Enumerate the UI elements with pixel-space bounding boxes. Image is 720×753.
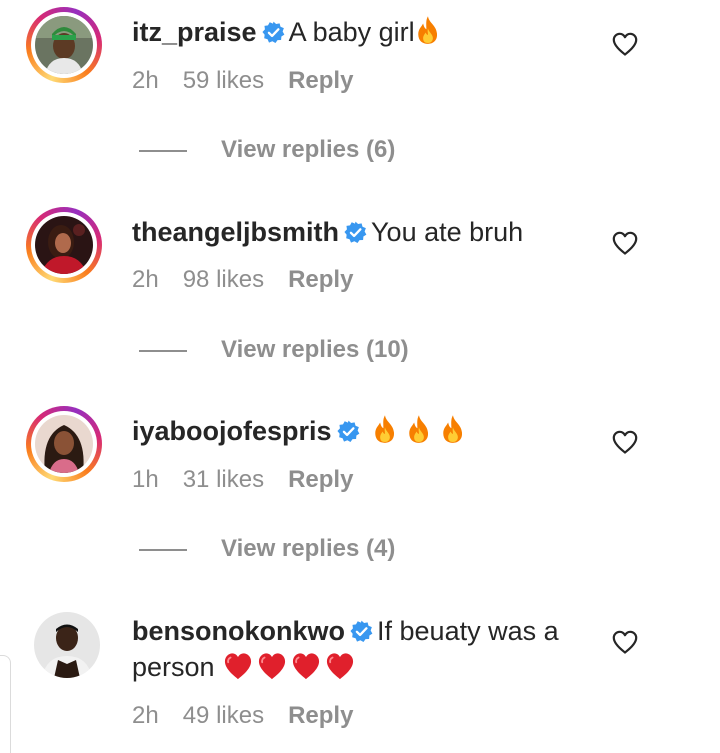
fire-emoji-icon: [440, 414, 466, 444]
red-heart-emoji-icon: [325, 652, 355, 680]
red-heart-emoji-icon: [223, 652, 253, 680]
comment-meta: 1h 31 likes Reply: [132, 465, 377, 495]
likes-count[interactable]: 49 likes: [183, 702, 264, 729]
username[interactable]: itz_praise: [132, 17, 257, 47]
view-replies-label: View replies (4): [221, 535, 396, 562]
view-replies-button[interactable]: View replies (4): [139, 534, 395, 564]
comment-time: 2h: [132, 67, 159, 94]
comment-line: theangeljbsmith You ate bruh: [132, 214, 590, 250]
avatar: [35, 415, 93, 473]
heart-outline-icon[interactable]: [612, 231, 638, 255]
comment-time: 2h: [132, 702, 159, 729]
reply-button[interactable]: Reply: [288, 466, 353, 493]
comment-text: You ate bruh: [371, 217, 524, 247]
heart-outline-icon[interactable]: [612, 630, 638, 654]
avatar-story-ring[interactable]: [26, 7, 102, 83]
comment-time: 2h: [132, 266, 159, 293]
divider: [139, 149, 187, 152]
avatar[interactable]: [34, 612, 100, 678]
fire-emoji-icon: [415, 15, 441, 45]
avatar: [35, 216, 93, 274]
likes-count[interactable]: 31 likes: [183, 466, 264, 493]
reply-button[interactable]: Reply: [288, 67, 353, 94]
username[interactable]: bensonokonkwo: [132, 616, 345, 646]
view-replies-button[interactable]: View replies (6): [139, 135, 395, 165]
verified-badge-icon: [337, 420, 360, 443]
avatar: [35, 16, 93, 74]
fire-emoji-icon: [372, 414, 398, 444]
reply-button[interactable]: Reply: [288, 266, 353, 293]
view-replies-label: View replies (6): [221, 136, 396, 163]
avatar-story-ring[interactable]: [26, 406, 102, 482]
verified-badge-icon: [350, 620, 373, 643]
verified-badge-icon: [262, 21, 285, 44]
comment-meta: 2h 59 likes Reply: [132, 66, 377, 96]
likes-count[interactable]: 59 likes: [183, 67, 264, 94]
red-heart-emoji-icon: [257, 652, 287, 680]
fire-emoji-icon: [406, 414, 432, 444]
comment-meta: 2h 49 likes Reply: [132, 701, 377, 731]
comment-meta: 2h 98 likes Reply: [132, 265, 377, 295]
panel-edge-divider: [0, 655, 11, 753]
verified-badge-icon: [344, 221, 367, 244]
heart-outline-icon[interactable]: [612, 430, 638, 454]
comment-time: 1h: [132, 466, 159, 493]
comment-line: bensonokonkwo If beuaty was a person: [132, 613, 575, 685]
username[interactable]: iyaboojofespris: [132, 416, 332, 446]
divider: [139, 548, 187, 551]
avatar-story-ring[interactable]: [26, 207, 102, 283]
view-replies-button[interactable]: View replies (10): [139, 335, 409, 365]
comment-line: itz_praise A baby girl: [132, 14, 590, 50]
likes-count[interactable]: 98 likes: [183, 266, 264, 293]
reply-button[interactable]: Reply: [288, 702, 353, 729]
heart-outline-icon[interactable]: [612, 32, 638, 56]
view-replies-label: View replies (10): [221, 336, 409, 363]
comment-text: A baby girl: [288, 17, 415, 47]
comment-line: iyaboojofespris: [132, 413, 590, 449]
divider: [139, 349, 187, 352]
red-heart-emoji-icon: [291, 652, 321, 680]
username[interactable]: theangeljbsmith: [132, 217, 339, 247]
